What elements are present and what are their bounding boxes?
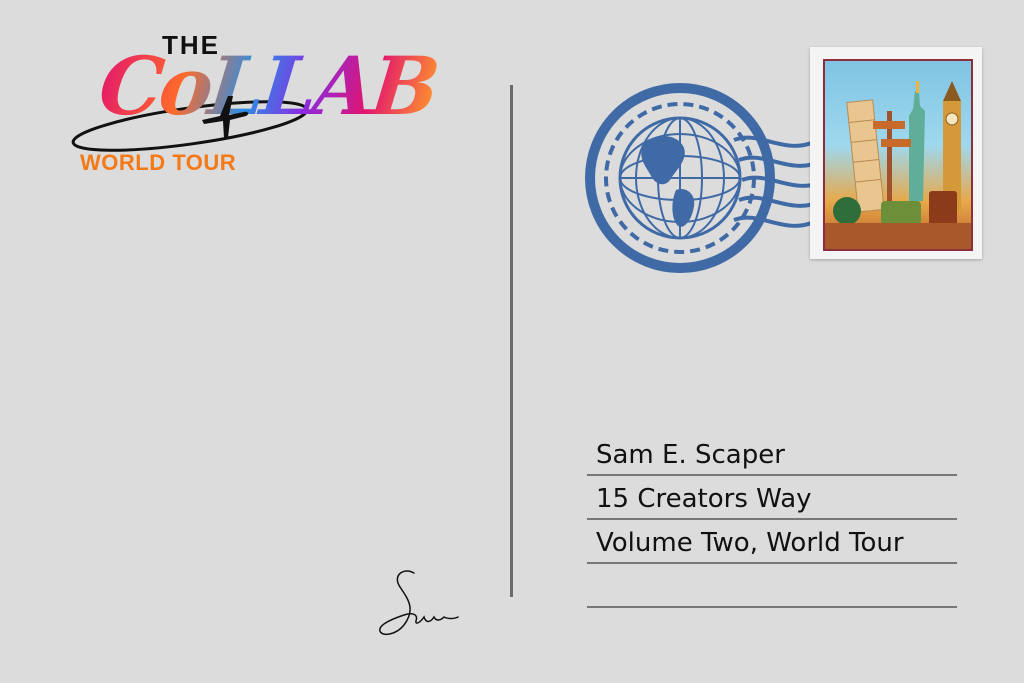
airplane-icon xyxy=(202,96,249,138)
address-line: Sam E. Scaper xyxy=(587,432,957,476)
recipient-name: Sam E. Scaper xyxy=(596,440,785,470)
handwritten-signature-icon xyxy=(379,570,459,636)
logo-script-text: CoLLAB xyxy=(95,39,441,133)
address-block: Sam E. Scaper 15 Creators Way Volume Two… xyxy=(587,432,957,608)
address-line xyxy=(587,564,957,608)
street-address: 15 Creators Way xyxy=(596,484,812,514)
postage-stamp xyxy=(805,42,987,264)
landmarks-stamp-icon xyxy=(823,59,973,251)
city-line: Volume Two, World Tour xyxy=(596,528,904,558)
logo-world-tour-text: WORLD TOUR xyxy=(80,150,237,175)
postcard: THE CoLLAB WORLD TOUR Sam E. Scaper 15 C… xyxy=(0,0,1024,683)
address-line: 15 Creators Way xyxy=(587,476,957,520)
center-divider xyxy=(510,85,513,597)
collab-world-tour-logo: THE CoLLAB WORLD TOUR xyxy=(70,30,440,180)
globe-postmark-icon xyxy=(585,83,823,273)
address-line: Volume Two, World Tour xyxy=(587,520,957,564)
